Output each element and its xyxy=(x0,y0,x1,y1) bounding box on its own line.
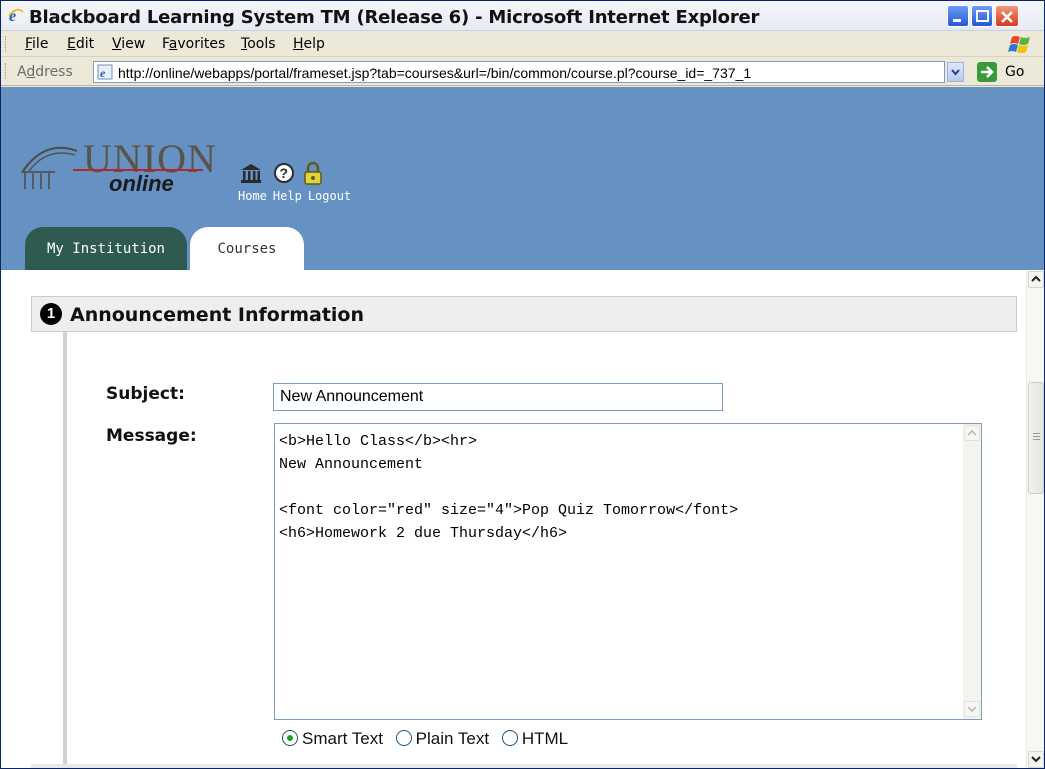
go-button-label[interactable]: Go xyxy=(1005,64,1024,80)
windows-logo-icon xyxy=(1008,36,1030,53)
help-link[interactable]: Help xyxy=(273,189,302,203)
logo-online-text: online xyxy=(109,171,174,196)
toolbar-grip[interactable] xyxy=(5,36,8,52)
message-textarea[interactable]: <b>Hello Class</b><hr> New Announcement … xyxy=(274,423,982,720)
menu-bar: File Edit View Favorites Tools Help xyxy=(1,31,1044,57)
scroll-grip xyxy=(1033,439,1040,440)
chevron-down-icon xyxy=(967,706,977,713)
address-url[interactable]: http://online/webapps/portal/frameset.js… xyxy=(118,65,751,81)
home-link[interactable]: Home xyxy=(238,189,267,203)
chevron-up-icon xyxy=(967,429,977,436)
radio-plain-text[interactable]: Plain Text xyxy=(395,729,489,748)
page-icon: e xyxy=(97,64,113,80)
internet-explorer-icon: e xyxy=(7,6,25,24)
section-title: Announcement Information xyxy=(70,304,364,326)
address-dropdown-button[interactable] xyxy=(947,62,964,82)
address-field[interactable]: e http://online/webapps/portal/frameset.… xyxy=(93,61,945,83)
close-button[interactable] xyxy=(995,5,1019,27)
tab-my-institution[interactable]: My Institution xyxy=(25,227,187,270)
go-arrow-icon[interactable] xyxy=(977,62,997,82)
step-number-badge: 1 xyxy=(40,303,62,325)
menu-file[interactable]: File xyxy=(25,36,48,52)
help-icon[interactable]: ? xyxy=(272,161,296,185)
minimize-button[interactable] xyxy=(947,5,969,27)
radio-smart-text[interactable]: Smart Text xyxy=(282,729,383,748)
padlock-icon[interactable] xyxy=(301,161,325,185)
chevron-down-icon xyxy=(951,69,960,76)
message-label: Message: xyxy=(106,426,197,446)
radio-button[interactable] xyxy=(395,730,412,746)
scroll-down-button[interactable] xyxy=(964,701,980,717)
svg-text:e: e xyxy=(100,66,106,80)
minimize-icon xyxy=(953,19,961,22)
menu-edit[interactable]: Edit xyxy=(67,36,94,52)
message-text[interactable]: <b>Hello Class</b><hr> New Announcement … xyxy=(279,430,949,545)
chevron-down-icon xyxy=(1031,756,1041,763)
text-format-options: Smart Text Plain Text HTML xyxy=(282,729,576,749)
menu-view[interactable]: View xyxy=(112,36,145,52)
browser-window: e Blackboard Learning System TM (Release… xyxy=(0,0,1045,769)
address-grip[interactable] xyxy=(5,63,8,79)
menu-favorites[interactable]: Favorites xyxy=(162,36,225,52)
subject-label: Subject: xyxy=(106,384,185,404)
radio-button-checked[interactable] xyxy=(282,730,298,746)
page-scroll-thumb[interactable] xyxy=(1028,382,1044,494)
message-scrollbar[interactable] xyxy=(963,424,981,719)
address-label: Address xyxy=(17,64,73,80)
page-scroll-up-button[interactable] xyxy=(1028,271,1044,288)
header-links: Home Help Logout xyxy=(238,189,357,203)
blackboard-header: UNION online ? Home Help Logout My Insti… xyxy=(1,87,1044,270)
chevron-up-icon xyxy=(1031,275,1041,282)
page-scroll-down-button[interactable] xyxy=(1028,751,1044,768)
section-header: 1 Announcement Information xyxy=(31,296,1017,332)
close-icon xyxy=(1001,11,1013,23)
subject-input[interactable] xyxy=(273,383,723,411)
maximize-icon xyxy=(976,10,989,22)
title-bar[interactable]: e Blackboard Learning System TM (Release… xyxy=(1,1,1044,31)
window-title: Blackboard Learning System TM (Release 6… xyxy=(29,7,760,28)
maximize-button[interactable] xyxy=(971,5,993,27)
home-building-icon[interactable] xyxy=(239,161,263,185)
menu-help[interactable]: Help xyxy=(293,36,325,52)
section-rule xyxy=(63,332,67,768)
menu-tools[interactable]: Tools xyxy=(241,36,276,52)
svg-text:?: ? xyxy=(280,165,289,181)
scroll-up-button[interactable] xyxy=(964,425,980,441)
scroll-grip xyxy=(1033,433,1040,434)
radio-html[interactable]: HTML xyxy=(501,729,568,748)
tab-courses[interactable]: Courses xyxy=(190,227,304,270)
scroll-grip xyxy=(1033,436,1040,437)
logout-link[interactable]: Logout xyxy=(308,189,351,203)
section-bottom-rule xyxy=(31,764,1017,768)
announcement-form: 1 Announcement Information Subject: Mess… xyxy=(11,270,1021,768)
page-scrollbar[interactable] xyxy=(1026,270,1044,768)
page-content: UNION online ? Home Help Logout My Insti… xyxy=(1,87,1044,768)
radio-button[interactable] xyxy=(501,730,518,746)
address-bar: Address e http://online/webapps/portal/f… xyxy=(1,58,1044,86)
